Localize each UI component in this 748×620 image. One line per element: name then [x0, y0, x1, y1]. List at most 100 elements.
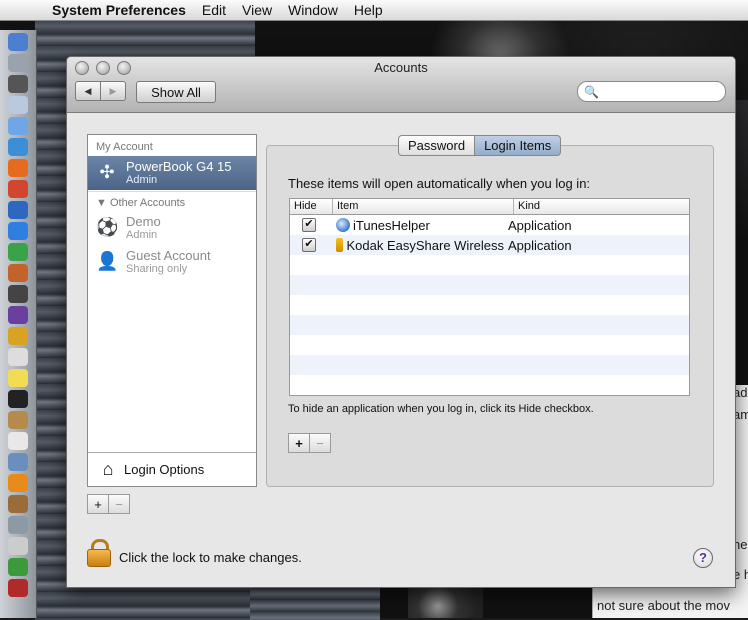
- menu-edit[interactable]: Edit: [194, 2, 234, 18]
- media-icon[interactable]: [8, 306, 28, 324]
- music-icon[interactable]: [8, 474, 28, 492]
- my-account-header: My Account: [96, 141, 153, 153]
- remove-login-item-button[interactable]: −: [310, 433, 331, 453]
- account-item-demo[interactable]: ⚽ Demo Admin: [88, 211, 256, 245]
- empty-row: [290, 295, 689, 315]
- chat-icon[interactable]: [8, 117, 28, 135]
- empty-row: [290, 375, 689, 395]
- browser-bottom-text: not sure about the mov: [597, 598, 730, 613]
- safari-icon[interactable]: [8, 138, 28, 156]
- menu-help[interactable]: Help: [346, 2, 391, 18]
- dragonfly-avatar-icon: ✣: [99, 162, 115, 182]
- other-accounts-label: Other Accounts: [109, 197, 186, 209]
- house-icon: ⌂: [102, 459, 114, 479]
- search-input[interactable]: [602, 83, 717, 100]
- chart-icon[interactable]: [8, 243, 28, 261]
- terminal-icon[interactable]: [8, 390, 28, 408]
- account-name: Demo: [126, 214, 161, 229]
- pen-icon[interactable]: [8, 285, 28, 303]
- app-icon[interactable]: [8, 180, 28, 198]
- menu-bar: System Preferences Edit View Window Help: [0, 0, 748, 21]
- account-name: Guest Account: [126, 248, 211, 263]
- window-title: Accounts: [374, 60, 428, 75]
- login-options-item[interactable]: ⌂ Login Options: [88, 452, 256, 486]
- kodak-icon: [336, 238, 344, 252]
- document-icon[interactable]: [8, 537, 28, 555]
- calendar-icon[interactable]: [8, 432, 28, 450]
- empty-row: [290, 255, 689, 275]
- login-options-label: Login Options: [124, 462, 205, 477]
- menu-window[interactable]: Window: [280, 2, 346, 18]
- itunes-icon: [336, 218, 350, 232]
- item-kind: Application: [508, 217, 572, 233]
- login-items-panel: These items will open automatically when…: [266, 145, 714, 487]
- accounts-window: Accounts ◀ ▶ Show All 🔍 My Account ✣ Pow…: [66, 56, 736, 588]
- tab-password[interactable]: Password: [398, 135, 476, 156]
- account-role: Admin: [126, 229, 158, 241]
- disclosure-triangle-icon[interactable]: ▼: [96, 197, 107, 209]
- login-items-table: Hide Item Kind ✔ iTunesHelper Applicatio…: [289, 198, 690, 396]
- firefox-icon[interactable]: [8, 159, 28, 177]
- tab-bar: Password Login Items: [398, 135, 562, 156]
- earth-icon[interactable]: [8, 201, 28, 219]
- lock-icon[interactable]: [87, 539, 111, 567]
- dock: [0, 30, 37, 618]
- video-chat-icon[interactable]: [8, 222, 28, 240]
- other-accounts-header: ▼ Other Accounts: [88, 191, 256, 211]
- itunes-dock-icon[interactable]: [8, 558, 28, 576]
- column-header-item[interactable]: Item: [333, 199, 514, 214]
- login-items-caption: These items will open automatically when…: [288, 176, 591, 191]
- show-all-button[interactable]: Show All: [136, 81, 216, 103]
- empty-row: [290, 335, 689, 355]
- account-add-remove: + −: [87, 494, 130, 514]
- search-field[interactable]: 🔍: [577, 81, 726, 102]
- column-header-kind[interactable]: Kind: [514, 199, 689, 214]
- back-arrow-icon[interactable]: ◀: [75, 81, 101, 101]
- table-header: Hide Item Kind: [290, 199, 689, 215]
- item-name: iTunesHelper: [353, 217, 430, 233]
- account-role: Sharing only: [126, 263, 188, 275]
- hide-checkbox[interactable]: ✔: [302, 218, 316, 232]
- remove-account-button[interactable]: −: [109, 494, 130, 514]
- add-login-item-button[interactable]: +: [288, 433, 310, 453]
- account-role: Admin: [126, 174, 158, 186]
- stickies-icon[interactable]: [8, 369, 28, 387]
- menu-view[interactable]: View: [234, 2, 280, 18]
- soccer-ball-avatar-icon: ⚽: [96, 217, 119, 237]
- login-items-add-remove: + −: [288, 433, 331, 453]
- item-kind: Application: [508, 237, 572, 253]
- account-item-guest[interactable]: 👤 Guest Account Sharing only: [88, 245, 256, 279]
- notes-icon[interactable]: [8, 411, 28, 429]
- finder-icon[interactable]: [8, 33, 28, 51]
- account-list: My Account ✣ PowerBook G4 15 Admin ▼ Oth…: [87, 134, 257, 487]
- forward-arrow-icon[interactable]: ▶: [101, 81, 126, 101]
- table-row[interactable]: ✔ iTunesHelper Application: [290, 215, 689, 235]
- iphoto-icon[interactable]: [8, 495, 28, 513]
- lock-message: Click the lock to make changes.: [119, 550, 302, 565]
- help-button[interactable]: ?: [693, 548, 713, 568]
- menu-app-name[interactable]: System Preferences: [44, 2, 194, 18]
- dvd-icon[interactable]: [8, 579, 28, 597]
- search-icon: 🔍: [584, 84, 599, 99]
- empty-row: [290, 355, 689, 375]
- photo-icon[interactable]: [8, 453, 28, 471]
- hide-checkbox[interactable]: ✔: [302, 238, 316, 252]
- account-item-powerbook[interactable]: ✣ PowerBook G4 15 Admin: [88, 156, 256, 190]
- tab-login-items[interactable]: Login Items: [475, 135, 562, 156]
- app-store-icon[interactable]: [8, 327, 28, 345]
- presentation-icon[interactable]: [8, 264, 28, 282]
- mail-icon[interactable]: [8, 96, 28, 114]
- table-row[interactable]: ✔ Kodak EasyShare Wireless Application: [290, 235, 689, 255]
- background-thumbnail: [408, 586, 483, 618]
- guest-avatar-icon: 👤: [96, 251, 119, 271]
- preview-icon[interactable]: [8, 348, 28, 366]
- clock-icon[interactable]: [8, 75, 28, 93]
- window-toolbar: Accounts ◀ ▶ Show All 🔍: [67, 57, 735, 113]
- nav-buttons: ◀ ▶: [75, 81, 126, 101]
- empty-row: [290, 275, 689, 295]
- empty-row: [290, 315, 689, 335]
- system-prefs-icon[interactable]: [8, 54, 28, 72]
- utility-icon[interactable]: [8, 516, 28, 534]
- column-header-hide[interactable]: Hide: [290, 199, 333, 214]
- add-account-button[interactable]: +: [87, 494, 109, 514]
